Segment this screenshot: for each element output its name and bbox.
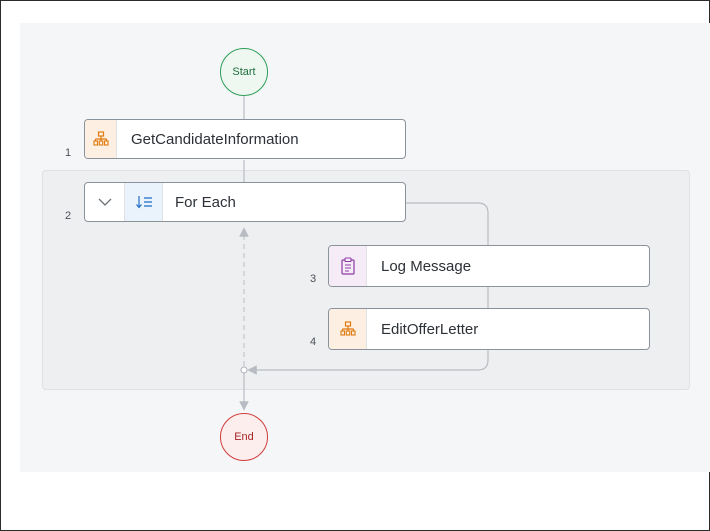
org-chart-icon xyxy=(329,309,367,349)
step-log-message[interactable]: Log Message xyxy=(328,245,650,287)
step-edit-offer-letter[interactable]: EditOfferLetter xyxy=(328,308,650,350)
step-number: 4 xyxy=(310,336,317,348)
end-node[interactable]: End xyxy=(220,413,268,461)
step-label: EditOfferLetter xyxy=(381,320,479,338)
step-number: 1 xyxy=(65,147,72,159)
end-label: End xyxy=(234,431,254,443)
step-label: For Each xyxy=(175,193,236,211)
start-label: Start xyxy=(232,66,256,78)
org-chart-icon xyxy=(85,120,117,158)
collapse-toggle[interactable] xyxy=(85,183,125,221)
sort-list-icon xyxy=(125,183,163,221)
step-number: 3 xyxy=(310,273,317,285)
step-get-candidate-information[interactable]: GetCandidateInformation xyxy=(84,119,406,159)
chevron-down-icon xyxy=(98,198,111,206)
step-label: Log Message xyxy=(381,257,472,275)
step-number: 2 xyxy=(65,210,72,222)
step-label: GetCandidateInformation xyxy=(131,130,299,148)
clipboard-icon xyxy=(329,246,367,286)
start-node[interactable]: Start xyxy=(220,48,268,96)
step-for-each[interactable]: For Each xyxy=(84,182,406,222)
